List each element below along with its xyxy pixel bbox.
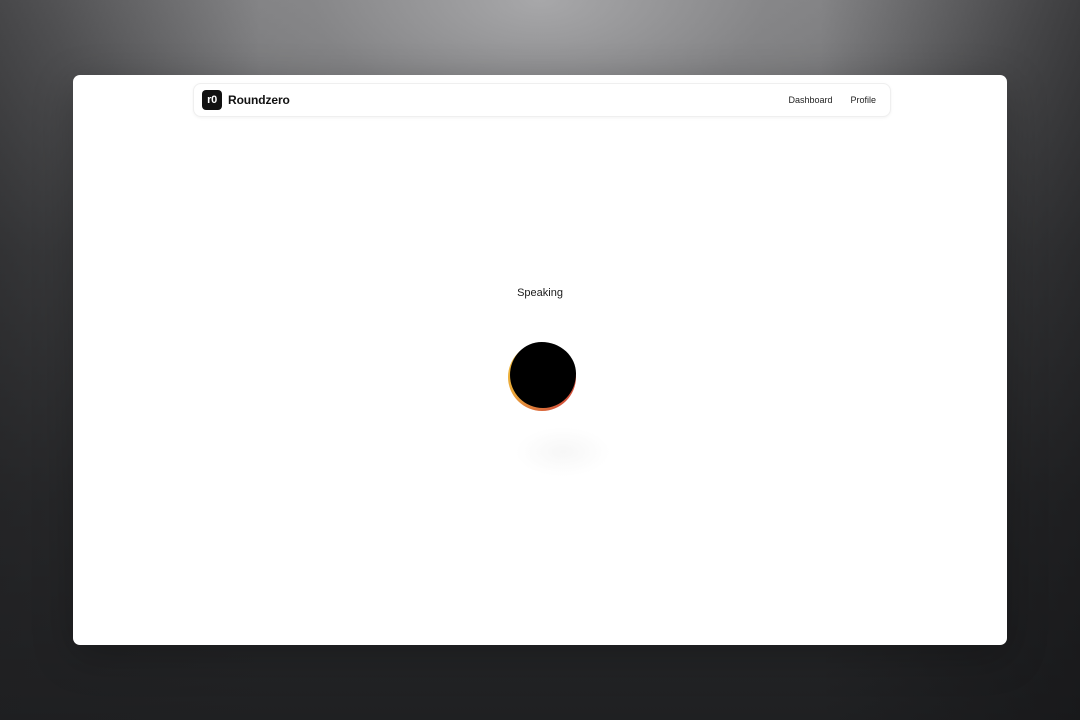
voice-orb-core bbox=[510, 342, 576, 408]
nav-link-profile[interactable]: Profile bbox=[850, 95, 876, 105]
voice-orb bbox=[508, 342, 577, 411]
brand-name: Roundzero bbox=[228, 93, 290, 107]
voice-status-label: Speaking bbox=[517, 287, 563, 299]
nav-links: Dashboard Profile bbox=[788, 95, 876, 105]
logo-icon: r0 bbox=[202, 90, 222, 110]
voice-orb-reflection bbox=[515, 427, 611, 477]
nav-link-dashboard[interactable]: Dashboard bbox=[788, 95, 832, 105]
app-window: r0 Roundzero Dashboard Profile Speaking bbox=[73, 75, 1007, 645]
top-navbar: r0 Roundzero Dashboard Profile bbox=[193, 83, 891, 117]
brand-home-link[interactable]: r0 Roundzero bbox=[202, 90, 290, 110]
